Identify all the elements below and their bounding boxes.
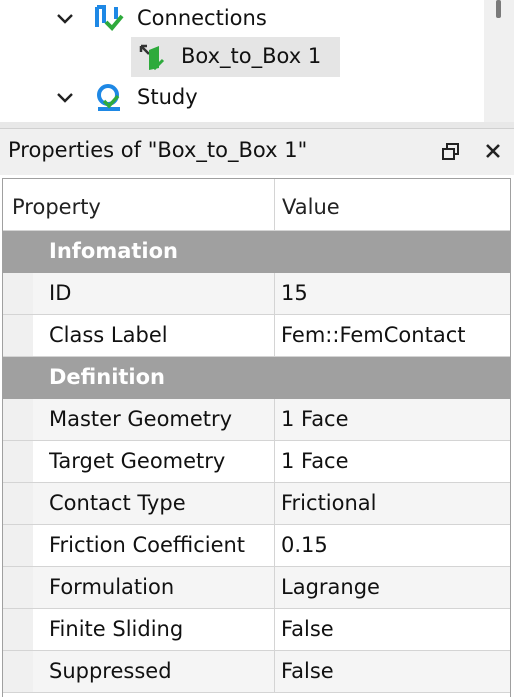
chevron-down-icon[interactable]	[54, 87, 76, 109]
table-row[interactable]: ID 15	[3, 273, 510, 315]
table-row[interactable]: Finite Sliding False	[3, 609, 510, 651]
tree-item-connections[interactable]: Connections	[0, 0, 484, 40]
float-window-icon[interactable]	[440, 141, 462, 163]
property-name: Formulation	[49, 575, 175, 599]
property-name: Suppressed	[49, 659, 172, 683]
tree-item-label: Study	[137, 85, 198, 109]
property-value[interactable]: 15	[281, 273, 506, 314]
property-name: Contact Type	[49, 491, 186, 515]
property-value[interactable]: 0.15	[281, 525, 506, 566]
property-value[interactable]: False	[281, 651, 506, 692]
property-name: ID	[49, 281, 72, 305]
table-header-row: Property Value	[3, 179, 510, 231]
property-value[interactable]: 1 Face	[281, 399, 506, 440]
tree-item-box-to-box-1[interactable]: Box_to_Box 1	[131, 37, 340, 77]
tree-scrollbar-thumb[interactable]	[496, 0, 501, 18]
property-name: Friction Coefficient	[49, 533, 246, 557]
column-header-property: Property	[12, 195, 101, 219]
panel-title: Properties of "Box_to_Box 1"	[8, 138, 308, 162]
table-row[interactable]: Class Label Fem::FemContact	[3, 315, 510, 357]
column-header-value: Value	[282, 195, 340, 219]
table-row[interactable]: Contact Type Frictional	[3, 483, 510, 525]
tree-item-label: Connections	[137, 6, 267, 30]
tree-item-label: Box_to_Box 1	[181, 44, 322, 68]
group-header-information[interactable]: Infomation	[3, 231, 510, 273]
table-row[interactable]: Target Geometry 1 Face	[3, 441, 510, 483]
properties-panel-header: Properties of "Box_to_Box 1"	[0, 128, 514, 175]
tree-scrollbar[interactable]	[484, 0, 514, 128]
property-value[interactable]: Fem::FemContact	[281, 315, 506, 356]
chevron-down-icon[interactable]	[54, 8, 76, 30]
group-header-definition[interactable]: Definition	[3, 357, 510, 399]
group-label: Infomation	[49, 239, 178, 263]
table-row[interactable]: Friction Coefficient 0.15	[3, 525, 510, 567]
table-row[interactable]: Suppressed False	[3, 651, 510, 693]
table-row[interactable]: Formulation Lagrange	[3, 567, 510, 609]
property-value[interactable]: Lagrange	[281, 567, 506, 608]
tree-item-study[interactable]: Study	[0, 78, 484, 118]
group-label: Definition	[49, 365, 166, 389]
study-icon	[97, 84, 120, 111]
connections-icon	[95, 5, 124, 31]
property-value[interactable]: False	[281, 609, 506, 650]
property-name: Class Label	[49, 323, 168, 347]
property-table: Property Value Infomation ID 15 Class La…	[2, 178, 511, 697]
property-name: Finite Sliding	[49, 617, 184, 641]
property-name: Master Geometry	[49, 407, 233, 431]
property-value[interactable]: Frictional	[281, 483, 506, 524]
property-value[interactable]: 1 Face	[281, 441, 506, 482]
close-icon[interactable]	[482, 140, 504, 162]
property-name: Target Geometry	[49, 449, 226, 473]
contact-icon	[139, 44, 165, 71]
model-tree: Connections Box_to_Box 1 Study	[0, 0, 514, 128]
table-row[interactable]: Master Geometry 1 Face	[3, 399, 510, 441]
